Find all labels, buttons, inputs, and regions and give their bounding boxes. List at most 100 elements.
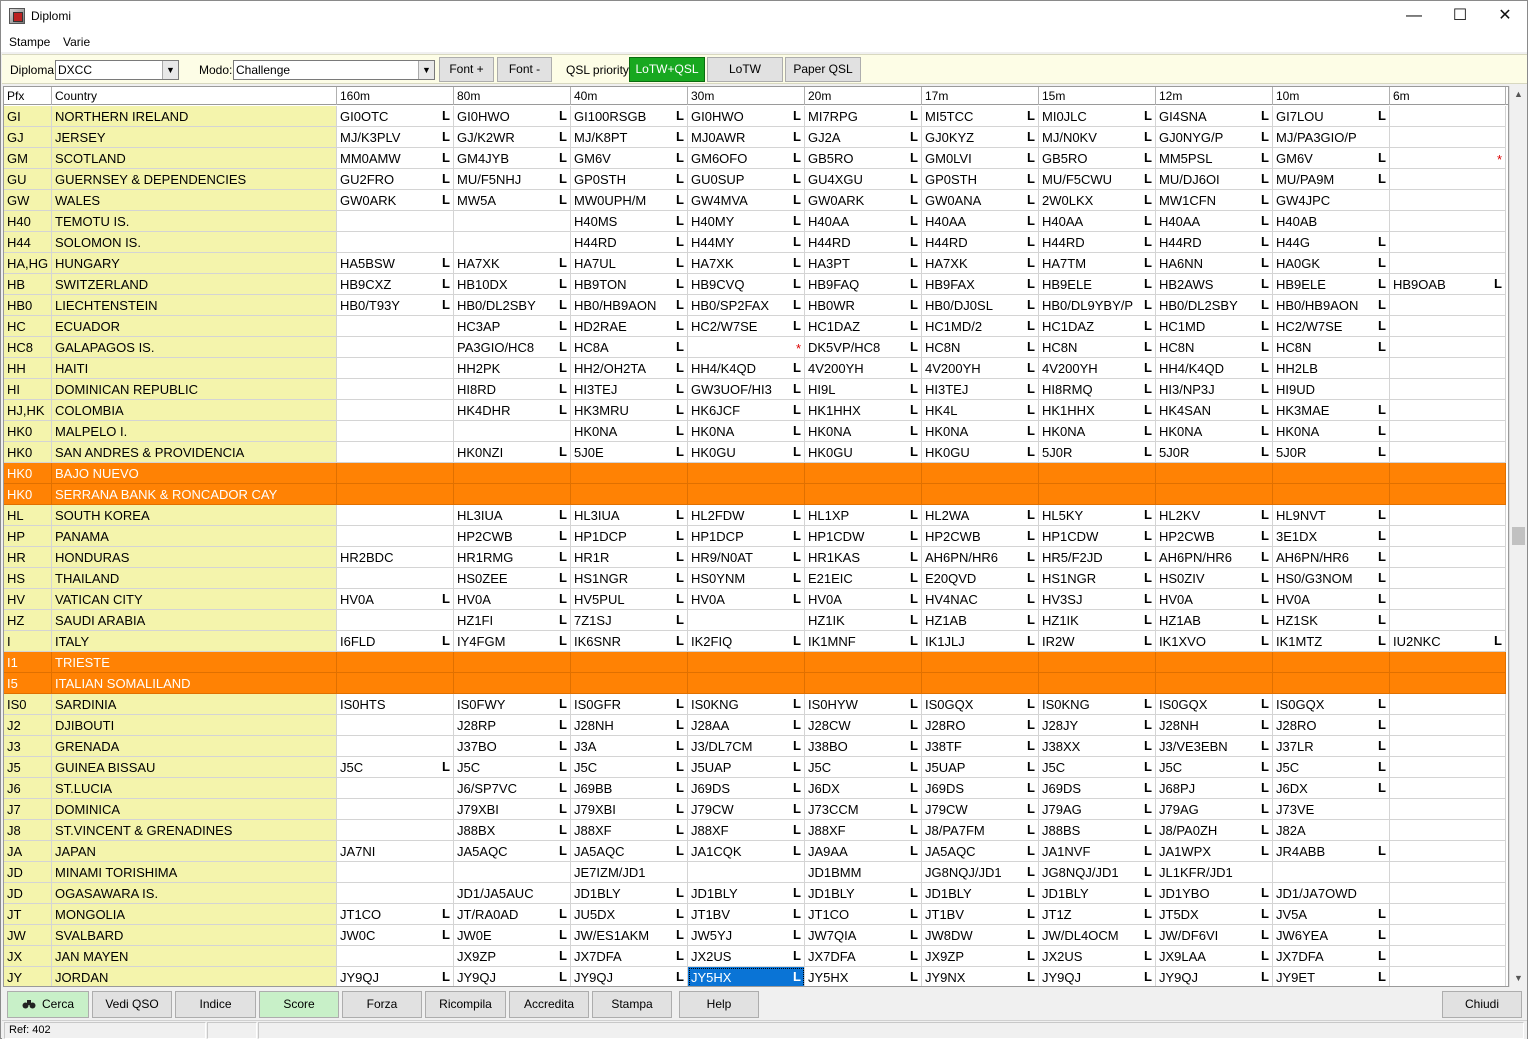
- band-cell[interactable]: H40AA L: [805, 211, 922, 232]
- band-cell[interactable]: J79CW L: [922, 799, 1039, 820]
- band-cell[interactable]: [1156, 484, 1273, 505]
- band-cell[interactable]: HB9ELE L: [1039, 274, 1156, 295]
- band-cell[interactable]: [1390, 106, 1506, 127]
- band-cell[interactable]: HA6NN L: [1156, 253, 1273, 274]
- band-cell[interactable]: PA3GIO/HC8 L: [454, 337, 571, 358]
- band-cell[interactable]: [1156, 673, 1273, 694]
- band-cell[interactable]: [337, 778, 454, 799]
- band-cell[interactable]: IS0GQX L: [1156, 694, 1273, 715]
- band-cell[interactable]: [1390, 904, 1506, 925]
- band-cell[interactable]: GW3UOF/HI3 L: [688, 379, 805, 400]
- table-row[interactable]: GM SCOTLAND MM0AMW L GM4JYB L GM6V L GM6OFO L GB5R…: [4, 148, 1508, 169]
- band-cell[interactable]: [805, 673, 922, 694]
- band-cell[interactable]: J73CCM L: [805, 799, 922, 820]
- band-cell[interactable]: [1390, 862, 1506, 883]
- band-cell[interactable]: [1390, 820, 1506, 841]
- band-cell[interactable]: HK1HHX L: [805, 400, 922, 421]
- band-cell[interactable]: JR4ABB L: [1273, 841, 1390, 862]
- band-cell[interactable]: HA5BSW L: [337, 253, 454, 274]
- band-cell[interactable]: [337, 211, 454, 232]
- band-cell[interactable]: HI9L L: [805, 379, 922, 400]
- band-cell[interactable]: [571, 652, 688, 673]
- band-cell[interactable]: JY9QJ L: [571, 967, 688, 986]
- band-cell[interactable]: HZ1AB L: [922, 610, 1039, 631]
- band-cell[interactable]: [1390, 379, 1506, 400]
- band-cell[interactable]: HZ1FI L: [454, 610, 571, 631]
- band-cell[interactable]: JL1KFR/JD1: [1156, 862, 1273, 883]
- band-cell[interactable]: HK0NA L: [1156, 421, 1273, 442]
- band-cell[interactable]: IK2FIQ L: [688, 631, 805, 652]
- band-cell[interactable]: IS0GQX L: [922, 694, 1039, 715]
- band-cell[interactable]: MU/F5NHJ L: [454, 169, 571, 190]
- band-cell[interactable]: [337, 316, 454, 337]
- band-cell[interactable]: HS0ZEE L: [454, 568, 571, 589]
- band-cell[interactable]: GW4MVA L: [688, 190, 805, 211]
- band-cell[interactable]: [922, 463, 1039, 484]
- band-cell[interactable]: [337, 820, 454, 841]
- band-cell[interactable]: HC8N L: [1273, 337, 1390, 358]
- table-row[interactable]: H44 SOLOMON IS. H44RD L H44MY L H44RD L H44RD L H4…: [4, 232, 1508, 253]
- band-cell[interactable]: MW1CFN L: [1156, 190, 1273, 211]
- band-cell[interactable]: GI0HWO L: [454, 106, 571, 127]
- band-cell[interactable]: [688, 463, 805, 484]
- column-header-3[interactable]: 80m: [454, 87, 571, 105]
- band-cell[interactable]: GP0STH L: [571, 169, 688, 190]
- band-cell[interactable]: GI0OTC L: [337, 106, 454, 127]
- band-cell[interactable]: [337, 883, 454, 904]
- band-cell[interactable]: IS0GQX L: [1273, 694, 1390, 715]
- band-cell[interactable]: [1390, 610, 1506, 631]
- band-cell[interactable]: HS0ZIV L: [1156, 568, 1273, 589]
- table-row[interactable]: J6 ST.LUCIA J6/SP7VC L J69BB L J69DS L J6DX L J69D…: [4, 778, 1508, 799]
- band-cell[interactable]: [1390, 967, 1506, 986]
- band-cell[interactable]: JT5DX L: [1156, 904, 1273, 925]
- band-cell[interactable]: HB0/HB9AON L: [1273, 295, 1390, 316]
- band-cell[interactable]: [337, 799, 454, 820]
- table-row[interactable]: HR HONDURAS HR2BDC HR1RMG L HR1R L HR9/N0AT L HR1…: [4, 547, 1508, 568]
- band-cell[interactable]: [454, 862, 571, 883]
- band-cell[interactable]: HP1DCP L: [688, 526, 805, 547]
- forza-button[interactable]: Forza: [342, 991, 422, 1018]
- band-cell[interactable]: IS0KNG L: [688, 694, 805, 715]
- band-cell[interactable]: JD1BLY L: [1039, 883, 1156, 904]
- band-cell[interactable]: HI8RD L: [454, 379, 571, 400]
- band-cell[interactable]: J28JY L: [1039, 715, 1156, 736]
- table-row[interactable]: HP PANAMA HP2CWB L HP1DCP L HP1DCP L HP1CDW L HP2C…: [4, 526, 1508, 547]
- table-row[interactable]: GW WALES GW0ARK L MW5A L MW0UPH/M L GW4MVA L GW0AR…: [4, 190, 1508, 211]
- band-cell[interactable]: HH2LB: [1273, 358, 1390, 379]
- band-cell[interactable]: GJ0NYG/P L: [1156, 127, 1273, 148]
- band-cell[interactable]: HL2WA L: [922, 505, 1039, 526]
- band-cell[interactable]: HK6JCF L: [688, 400, 805, 421]
- band-cell[interactable]: HV4NAC L: [922, 589, 1039, 610]
- modo-select[interactable]: Challenge ▼: [233, 60, 435, 80]
- band-cell[interactable]: HI8RMQ L: [1039, 379, 1156, 400]
- band-cell[interactable]: J28NH L: [1156, 715, 1273, 736]
- band-cell[interactable]: HH4/K4QD L: [688, 358, 805, 379]
- qsl-paper-button[interactable]: Paper QSL: [785, 57, 861, 82]
- band-cell[interactable]: J79CW L: [688, 799, 805, 820]
- table-row[interactable]: J5 GUINEA BISSAU J5C L J5C L J5C L J5UAP L J5C L J5U…: [4, 757, 1508, 778]
- band-cell[interactable]: HA7TM L: [1039, 253, 1156, 274]
- band-cell[interactable]: [337, 568, 454, 589]
- table-row[interactable]: JD OGASAWARA IS. JD1/JA5AUC JD1BLY L JD1BLY L J…: [4, 883, 1508, 904]
- band-cell[interactable]: GI100RSGB L: [571, 106, 688, 127]
- band-cell[interactable]: [337, 337, 454, 358]
- band-cell[interactable]: HA7XK L: [922, 253, 1039, 274]
- band-cell[interactable]: MI5TCC L: [922, 106, 1039, 127]
- band-cell[interactable]: HR1RMG L: [454, 547, 571, 568]
- band-cell[interactable]: [688, 673, 805, 694]
- band-cell[interactable]: J28RO L: [922, 715, 1039, 736]
- band-cell[interactable]: HH2PK L: [454, 358, 571, 379]
- band-cell[interactable]: [1273, 484, 1390, 505]
- band-cell[interactable]: HP1DCP L: [571, 526, 688, 547]
- chevron-down-icon[interactable]: ▼: [418, 61, 434, 79]
- band-cell[interactable]: [1390, 715, 1506, 736]
- band-cell[interactable]: H40AA L: [922, 211, 1039, 232]
- band-cell[interactable]: [688, 652, 805, 673]
- band-cell[interactable]: [1390, 211, 1506, 232]
- band-cell[interactable]: [805, 463, 922, 484]
- band-cell[interactable]: GM6V L: [1273, 148, 1390, 169]
- band-cell[interactable]: [1273, 673, 1390, 694]
- band-cell[interactable]: [1273, 862, 1390, 883]
- band-cell[interactable]: HR1KAS L: [805, 547, 922, 568]
- band-cell[interactable]: [454, 673, 571, 694]
